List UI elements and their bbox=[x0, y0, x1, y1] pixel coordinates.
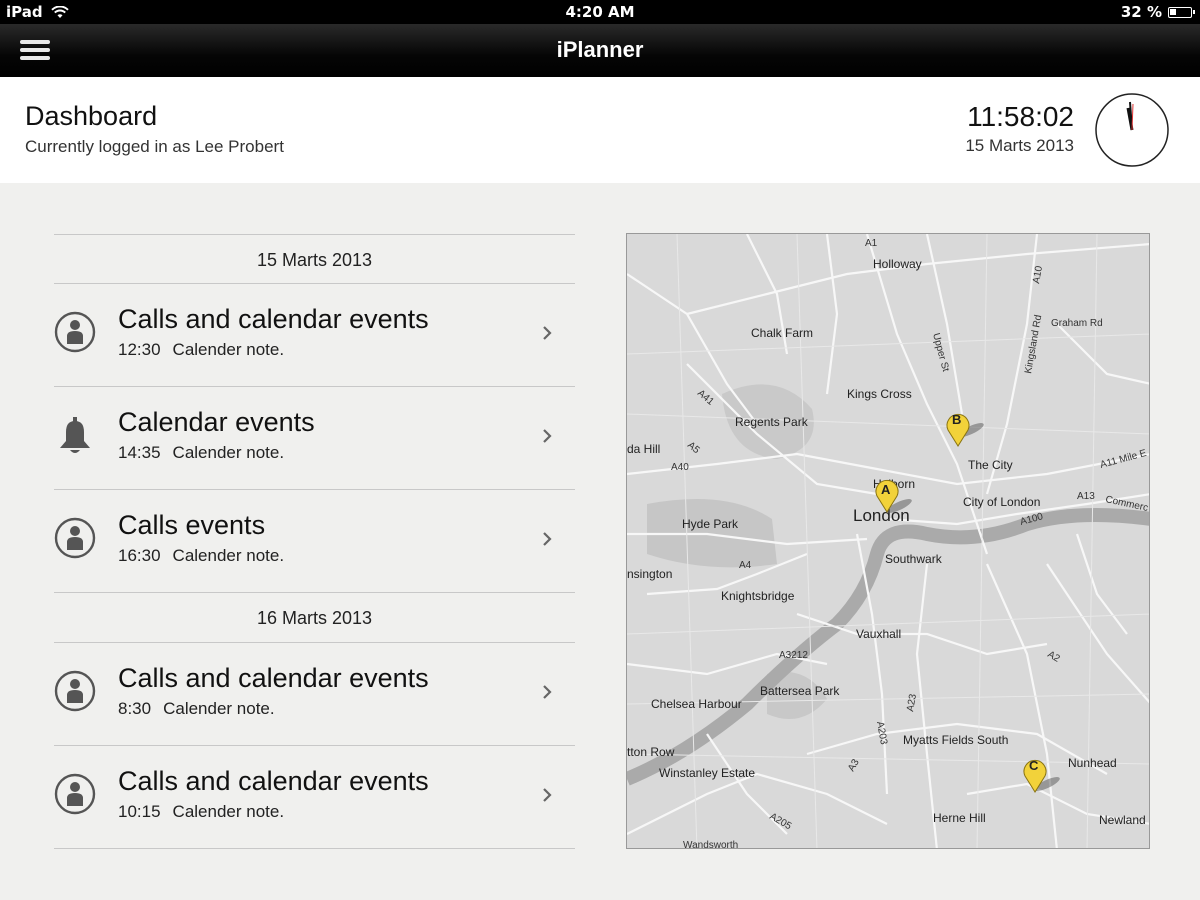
map-label: Hyde Park bbox=[682, 517, 739, 531]
item-subtitle: 10:15 Calender note. bbox=[118, 802, 284, 822]
item-subtitle: 16:30 Calender note. bbox=[118, 546, 284, 566]
item-note: Calender note. bbox=[172, 546, 285, 565]
person-icon bbox=[54, 773, 96, 815]
marker-label: B bbox=[952, 412, 961, 427]
list-item[interactable]: Calls events 16:30 Calender note. bbox=[54, 490, 575, 593]
road-label: A10 bbox=[1031, 265, 1045, 285]
item-title: Calls and calendar events bbox=[118, 766, 429, 796]
road-label: Upper St bbox=[930, 332, 951, 373]
chevron-right-icon bbox=[543, 685, 552, 699]
road-label: A13 bbox=[1077, 491, 1095, 502]
road-label: A4 bbox=[739, 560, 752, 571]
map-label: Chelsea Harbour bbox=[651, 697, 742, 711]
list-item[interactable]: Calls and calendar events 10:15 Calender … bbox=[54, 746, 575, 849]
item-title: Calls events bbox=[118, 510, 266, 540]
map-canvas[interactable]: Holloway Chalk Farm Kings Cross Regents … bbox=[627, 234, 1150, 849]
map-label: Kings Cross bbox=[847, 387, 912, 401]
item-subtitle: 14:35 Calender note. bbox=[118, 443, 284, 463]
map-label: Nunhead bbox=[1068, 756, 1117, 770]
item-title: Calls and calendar events bbox=[118, 663, 429, 693]
marker-label: A bbox=[881, 482, 891, 497]
battery-percent: 32 % bbox=[1120, 3, 1162, 21]
bell-icon bbox=[60, 417, 90, 453]
navigation-bar: iPlanner bbox=[0, 24, 1200, 77]
map-label: City of London bbox=[963, 495, 1040, 509]
road-label: A203 bbox=[874, 721, 889, 746]
map-view[interactable]: Holloway Chalk Farm Kings Cross Regents … bbox=[626, 233, 1150, 849]
map-label: Myatts Fields South bbox=[903, 733, 1008, 747]
map-label: da Hill bbox=[627, 442, 660, 456]
item-title: Calls and calendar events bbox=[118, 304, 429, 334]
map-marker-b[interactable]: B bbox=[946, 412, 985, 447]
item-note: Calender note. bbox=[172, 443, 285, 462]
list-item[interactable]: Calls and calendar events 8:30 Calender n… bbox=[54, 643, 575, 746]
status-time: 4:20 AM bbox=[565, 3, 635, 21]
road-label: A5 bbox=[685, 440, 702, 457]
road-label: A40 bbox=[671, 462, 689, 473]
road-label: A3 bbox=[846, 757, 862, 773]
item-time: 14:35 bbox=[118, 443, 161, 462]
chevron-right-icon bbox=[543, 429, 552, 443]
map-label: Winstanley Estate bbox=[659, 766, 755, 780]
road-label: A205 bbox=[768, 811, 794, 832]
road-label: A1 bbox=[865, 238, 878, 249]
clock-time: 11:58:02 bbox=[967, 101, 1074, 132]
map-label: Holloway bbox=[873, 257, 922, 271]
map-label: Southwark bbox=[885, 552, 943, 566]
status-bar-right: 32 % bbox=[1120, 3, 1195, 21]
item-subtitle: 8:30 Calender note. bbox=[118, 699, 275, 719]
person-icon bbox=[54, 311, 96, 353]
status-bar: iPad 4:20 AM 32 % bbox=[0, 0, 1200, 24]
clock-date: 15 Marts 2013 bbox=[965, 136, 1074, 155]
map-label: tton Row bbox=[627, 745, 675, 759]
item-subtitle: 12:30 Calender note. bbox=[118, 340, 284, 360]
chevron-right-icon bbox=[543, 326, 552, 340]
map-label: Battersea Park bbox=[760, 684, 840, 698]
list-item[interactable]: Calls and calendar events 12:30 Calender … bbox=[54, 284, 575, 387]
map-label: Newland bbox=[1099, 813, 1146, 827]
map-label: Vauxhall bbox=[856, 627, 901, 641]
logged-in-user: Currently logged in as Lee Probert bbox=[25, 137, 284, 156]
item-time: 8:30 bbox=[118, 699, 152, 718]
map-label: Regents Park bbox=[735, 415, 809, 429]
map-label: Knightsbridge bbox=[721, 589, 795, 603]
item-time: 10:15 bbox=[118, 802, 161, 821]
map-label: Herne Hill bbox=[933, 811, 986, 825]
item-note: Calender note. bbox=[172, 802, 285, 821]
item-title: Calendar events bbox=[118, 407, 315, 437]
item-time: 12:30 bbox=[118, 340, 161, 359]
page-title: Dashboard bbox=[25, 101, 158, 131]
list-item[interactable]: Calendar events 14:35 Calender note. bbox=[54, 387, 575, 490]
events-list: 15 Marts 2013 Calls and calendar events … bbox=[54, 234, 575, 849]
item-time: 16:30 bbox=[118, 546, 161, 565]
map-label: The City bbox=[968, 458, 1013, 472]
map-label: Chalk Farm bbox=[751, 326, 813, 340]
road-label: A3212 bbox=[779, 650, 808, 661]
map-label: Wandsworth bbox=[683, 840, 738, 849]
date-separator: 15 Marts 2013 bbox=[54, 234, 575, 284]
marker-label: C bbox=[1029, 758, 1039, 773]
chevron-right-icon bbox=[543, 532, 552, 546]
road-label: A23 bbox=[905, 693, 919, 713]
person-icon bbox=[54, 517, 96, 559]
app-title: iPlanner bbox=[556, 37, 644, 62]
item-note: Calender note. bbox=[163, 699, 275, 718]
map-label: Graham Rd bbox=[1051, 318, 1103, 329]
chevron-right-icon bbox=[543, 788, 552, 802]
person-icon bbox=[54, 670, 96, 712]
date-separator: 16 Marts 2013 bbox=[54, 593, 575, 643]
road-label: A2 bbox=[1046, 649, 1062, 665]
dashboard-header: Dashboard Currently logged in as Lee Pro… bbox=[0, 77, 1200, 183]
road-label: A11 Mile E bbox=[1099, 448, 1148, 471]
analog-clock-icon bbox=[1095, 93, 1169, 167]
item-note: Calender note. bbox=[172, 340, 285, 359]
map-marker-c[interactable]: C bbox=[1023, 758, 1061, 794]
map-label: nsington bbox=[627, 567, 672, 581]
battery-icon bbox=[1168, 6, 1195, 18]
